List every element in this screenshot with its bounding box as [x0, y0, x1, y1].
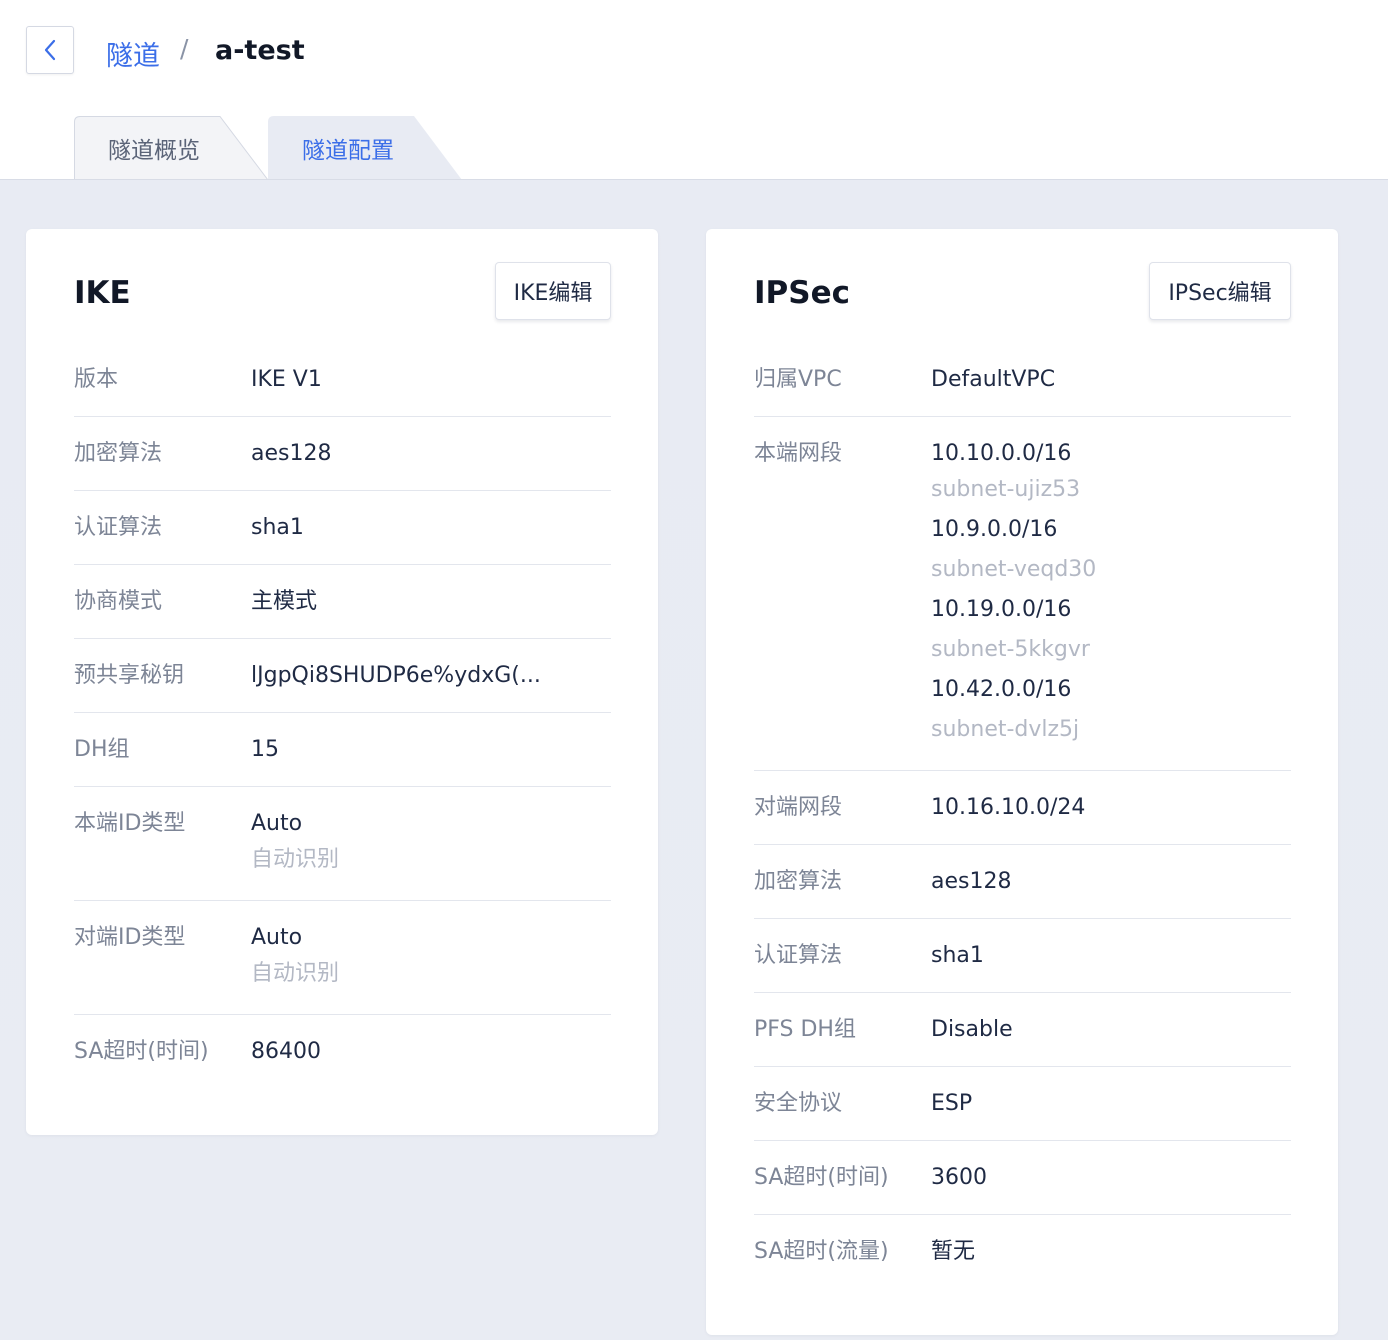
segment-cidr: 10.42.0.0/16 — [931, 677, 1072, 702]
detail-label: DH组 — [74, 737, 130, 762]
detail-value: 暂无 — [931, 1239, 976, 1264]
detail-row: 加密算法 aes128 — [754, 845, 1291, 919]
detail-row: 认证算法 sha1 — [754, 919, 1291, 993]
segment-subnet: subnet-veqd30 — [931, 557, 1097, 582]
detail-label: 版本 — [74, 367, 119, 392]
detail-row: SA超时(时间) 3600 — [754, 1141, 1291, 1215]
segment-subnet: subnet-5kkgvr — [931, 637, 1090, 662]
detail-label: 对端ID类型 — [74, 925, 186, 950]
detail-value: Auto 自动识别 — [251, 808, 339, 880]
detail-row: 对端网段 10.16.10.0/24 — [754, 771, 1291, 845]
detail-sub-value: 自动识别 — [251, 961, 340, 986]
detail-value: 10.16.10.0/24 — [931, 795, 1086, 820]
detail-row: 版本 IKE V1 — [74, 343, 611, 417]
detail-label: 加密算法 — [74, 441, 163, 466]
detail-label: PFS DH组 — [754, 1017, 856, 1042]
detail-value: Disable — [931, 1017, 1013, 1042]
detail-row: 归属VPC DefaultVPC — [754, 343, 1291, 417]
detail-row: DH组 15 — [74, 713, 611, 787]
segment-cidr: 10.9.0.0/16 — [931, 517, 1058, 542]
back-button[interactable] — [26, 26, 74, 74]
ipsec-card: IPSec IPSec编辑 归属VPC DefaultVPC 本端网段 10.1… — [706, 229, 1338, 1335]
detail-main-value: Auto — [251, 811, 303, 836]
detail-label: 协商模式 — [74, 589, 163, 614]
detail-row: 认证算法 sha1 — [74, 491, 611, 565]
chevron-left-icon — [44, 39, 56, 61]
detail-value: 3600 — [931, 1165, 987, 1190]
detail-main-value: Auto — [251, 925, 303, 950]
detail-row: 协商模式 主模式 — [74, 565, 611, 639]
detail-label: 本端ID类型 — [74, 811, 186, 836]
breadcrumb-parent-link[interactable]: 隧道 — [106, 34, 160, 73]
tab-overview[interactable]: 隧道概览 — [74, 116, 270, 180]
ipsec-detail-list: 归属VPC DefaultVPC 本端网段 10.10.0.0/16 subne… — [754, 343, 1291, 1288]
tab-label: 隧道配置 — [302, 138, 394, 164]
page-title: a-test — [215, 35, 305, 66]
detail-row: 加密算法 aes128 — [74, 417, 611, 491]
detail-value: 主模式 — [251, 589, 318, 614]
detail-row: PFS DH组 Disable — [754, 993, 1291, 1067]
detail-label: SA超时(流量) — [754, 1239, 889, 1264]
detail-value: aes128 — [931, 869, 1012, 894]
detail-value: IKE V1 — [251, 367, 322, 392]
detail-value: sha1 — [931, 943, 984, 968]
detail-row: SA超时(流量) 暂无 — [754, 1215, 1291, 1288]
detail-label: SA超时(时间) — [754, 1165, 889, 1190]
segment-cidr: 10.19.0.0/16 — [931, 597, 1072, 622]
tab-config[interactable]: 隧道配置 — [268, 116, 464, 180]
tab-label: 隧道概览 — [108, 138, 200, 164]
detail-value: ESP — [931, 1091, 973, 1116]
main-content: IKE IKE编辑 版本 IKE V1 加密算法 aes128 认证算法 sha… — [0, 179, 1388, 1340]
detail-row: 本端ID类型 Auto 自动识别 — [74, 787, 611, 901]
segment-subnet: subnet-ujiz53 — [931, 477, 1081, 502]
ipsec-edit-button[interactable]: IPSec编辑 — [1149, 262, 1291, 320]
detail-label: 认证算法 — [754, 943, 843, 968]
local-segment-list: 10.10.0.0/16 subnet-ujiz53 10.9.0.0/16 s… — [931, 438, 1096, 750]
detail-label: 归属VPC — [754, 367, 842, 392]
detail-label: 对端网段 — [754, 795, 843, 820]
detail-value: aes128 — [251, 441, 332, 466]
card-title: IPSec — [754, 275, 850, 311]
detail-label: SA超时(时间) — [74, 1039, 209, 1064]
detail-label: 认证算法 — [74, 515, 163, 540]
breadcrumb-separator: / — [180, 34, 189, 63]
detail-label: 加密算法 — [754, 869, 843, 894]
detail-label: 本端网段 — [754, 441, 843, 466]
detail-value: Auto 自动识别 — [251, 922, 339, 994]
vpc-value: DefaultVPC — [931, 367, 1056, 392]
detail-value: 15 — [251, 737, 279, 762]
detail-row: 预共享秘钥 lJgpQi8SHUDP6e%ydxG(... — [74, 639, 611, 713]
detail-label: 预共享秘钥 — [74, 663, 185, 688]
detail-value: 86400 — [251, 1039, 321, 1064]
ike-edit-button[interactable]: IKE编辑 — [495, 262, 611, 320]
detail-label: 安全协议 — [754, 1091, 843, 1116]
ike-card: IKE IKE编辑 版本 IKE V1 加密算法 aes128 认证算法 sha… — [26, 229, 658, 1135]
segment-subnet: subnet-dvlz5j — [931, 717, 1080, 742]
segment-cidr: 10.10.0.0/16 — [931, 441, 1072, 466]
detail-value: sha1 — [251, 515, 304, 540]
detail-row: 对端ID类型 Auto 自动识别 — [74, 901, 611, 1015]
preshared-key-value: lJgpQi8SHUDP6e%ydxG(... — [251, 663, 541, 688]
ike-detail-list: 版本 IKE V1 加密算法 aes128 认证算法 sha1 协商模式 主模式… — [74, 343, 611, 1088]
detail-row: 本端网段 10.10.0.0/16 subnet-ujiz53 10.9.0.0… — [754, 417, 1291, 771]
card-title: IKE — [74, 275, 131, 311]
detail-sub-value: 自动识别 — [251, 847, 340, 872]
detail-row: SA超时(时间) 86400 — [74, 1015, 611, 1088]
detail-row: 安全协议 ESP — [754, 1067, 1291, 1141]
page-header: 隧道 / a-test 隧道概览 隧道配置 — [0, 0, 1388, 180]
